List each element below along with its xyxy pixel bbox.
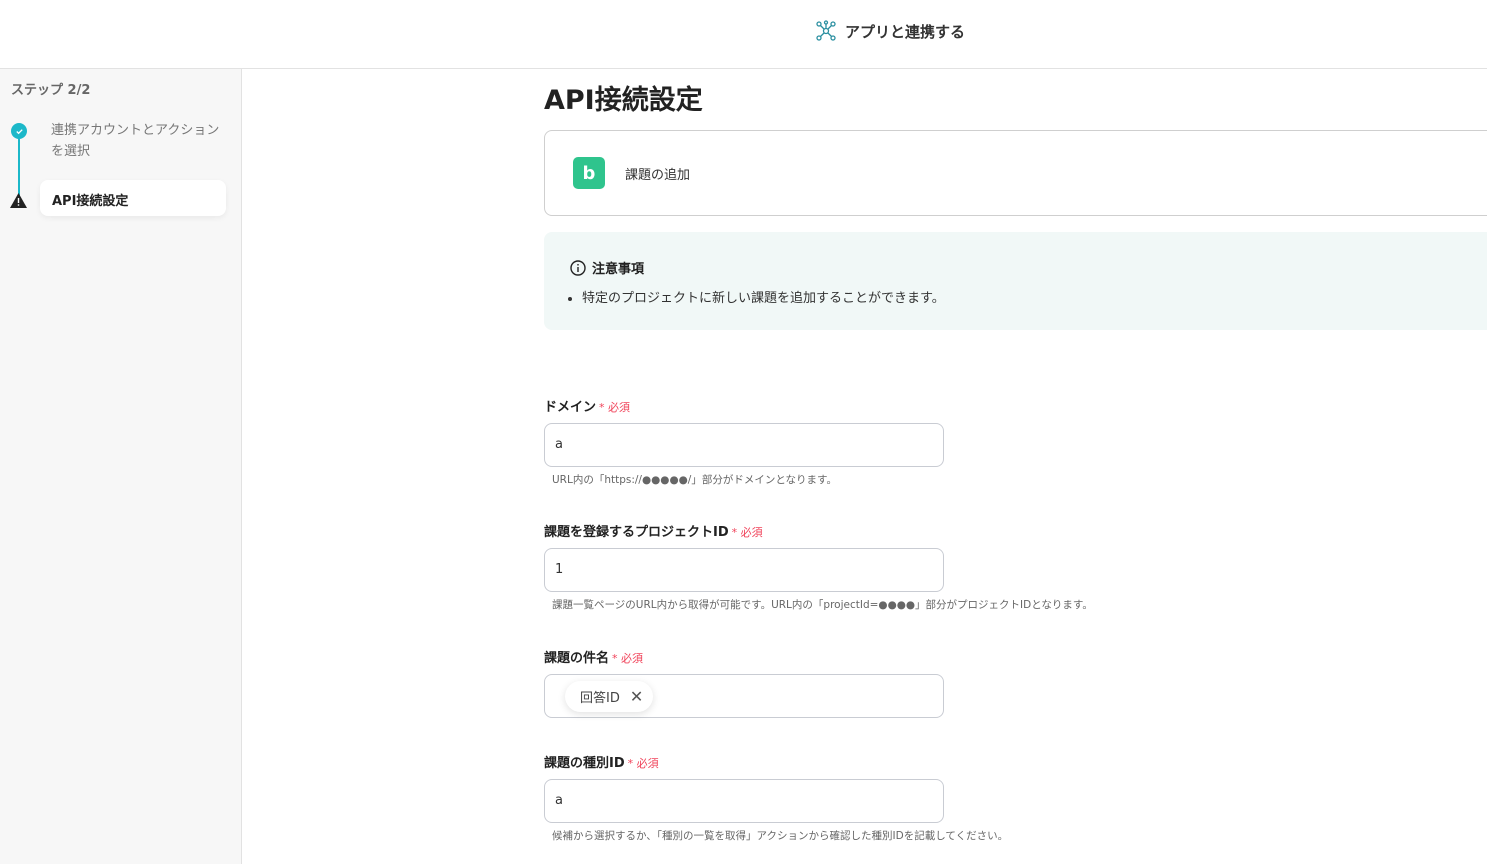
chip-label: 回答ID [580,691,620,706]
label-text: 課題の件名 [544,651,610,666]
project-id-input[interactable]: 1 [544,548,944,592]
notice-title-text: 注意事項 [592,262,645,277]
field-label-project-id: 課題を登録するプロジェクトID * 必須 [544,521,763,540]
action-card: b 課題の追加 [544,130,1487,216]
notice-item: 特定のプロジェクトに新しい課題を追加することができます。 [582,287,945,306]
issue-type-input[interactable]: a [544,779,944,823]
required-badge: * 必須 [612,652,644,665]
check-icon [11,123,27,139]
label-text: ドメイン [544,400,597,415]
domain-help: URL内の「https://●●●●●/」部分がドメインとなります。 [552,474,837,486]
network-icon [816,20,836,41]
action-label: 課題の追加 [625,168,691,183]
label-text: 課題の種別ID [544,756,625,771]
close-icon[interactable]: ✕ [630,687,643,706]
field-label-domain: ドメイン * 必須 [544,396,630,415]
page-title: API接続設定 [544,85,703,116]
info-icon [570,259,586,276]
sidebar: ステップ 2/2 連携アカウントとアクションを選択 API接続設定 [0,69,242,864]
required-badge: * 必須 [627,757,659,770]
domain-input[interactable]: a [544,423,944,467]
step-connector [18,131,20,197]
sidebar-step-api-settings[interactable]: API接続設定 [40,180,226,216]
header-title-text: アプリと連携する [845,22,966,41]
notice-box: 注意事項 特定のプロジェクトに新しい課題を追加することができます。 [544,232,1487,330]
label-text: 課題を登録するプロジェクトID [544,525,729,540]
warning-icon [10,193,27,212]
sidebar-step-select-account[interactable]: 連携アカウントとアクションを選択 [51,120,221,162]
backlog-app-icon: b [573,157,605,189]
header: アプリと連携する [0,0,1487,69]
notice-title: 注意事項 [570,258,644,277]
summary-input[interactable]: 回答ID ✕ [544,674,944,718]
issue-type-help: 候補から選択するか、「種別の一覧を取得」アクションから確認した種別IDを記載して… [552,830,1009,842]
step-counter: ステップ 2/2 [11,83,91,98]
required-badge: * 必須 [731,526,763,539]
variable-chip: 回答ID ✕ [565,681,654,712]
field-label-issue-type: 課題の種別ID * 必須 [544,752,659,771]
required-badge: * 必須 [599,401,631,414]
field-label-summary: 課題の件名 * 必須 [544,647,643,666]
header-title: アプリと連携する [815,20,965,42]
project-id-help: 課題一覧ページのURL内から取得が可能です。URL内の「projectId=●●… [552,599,1093,611]
